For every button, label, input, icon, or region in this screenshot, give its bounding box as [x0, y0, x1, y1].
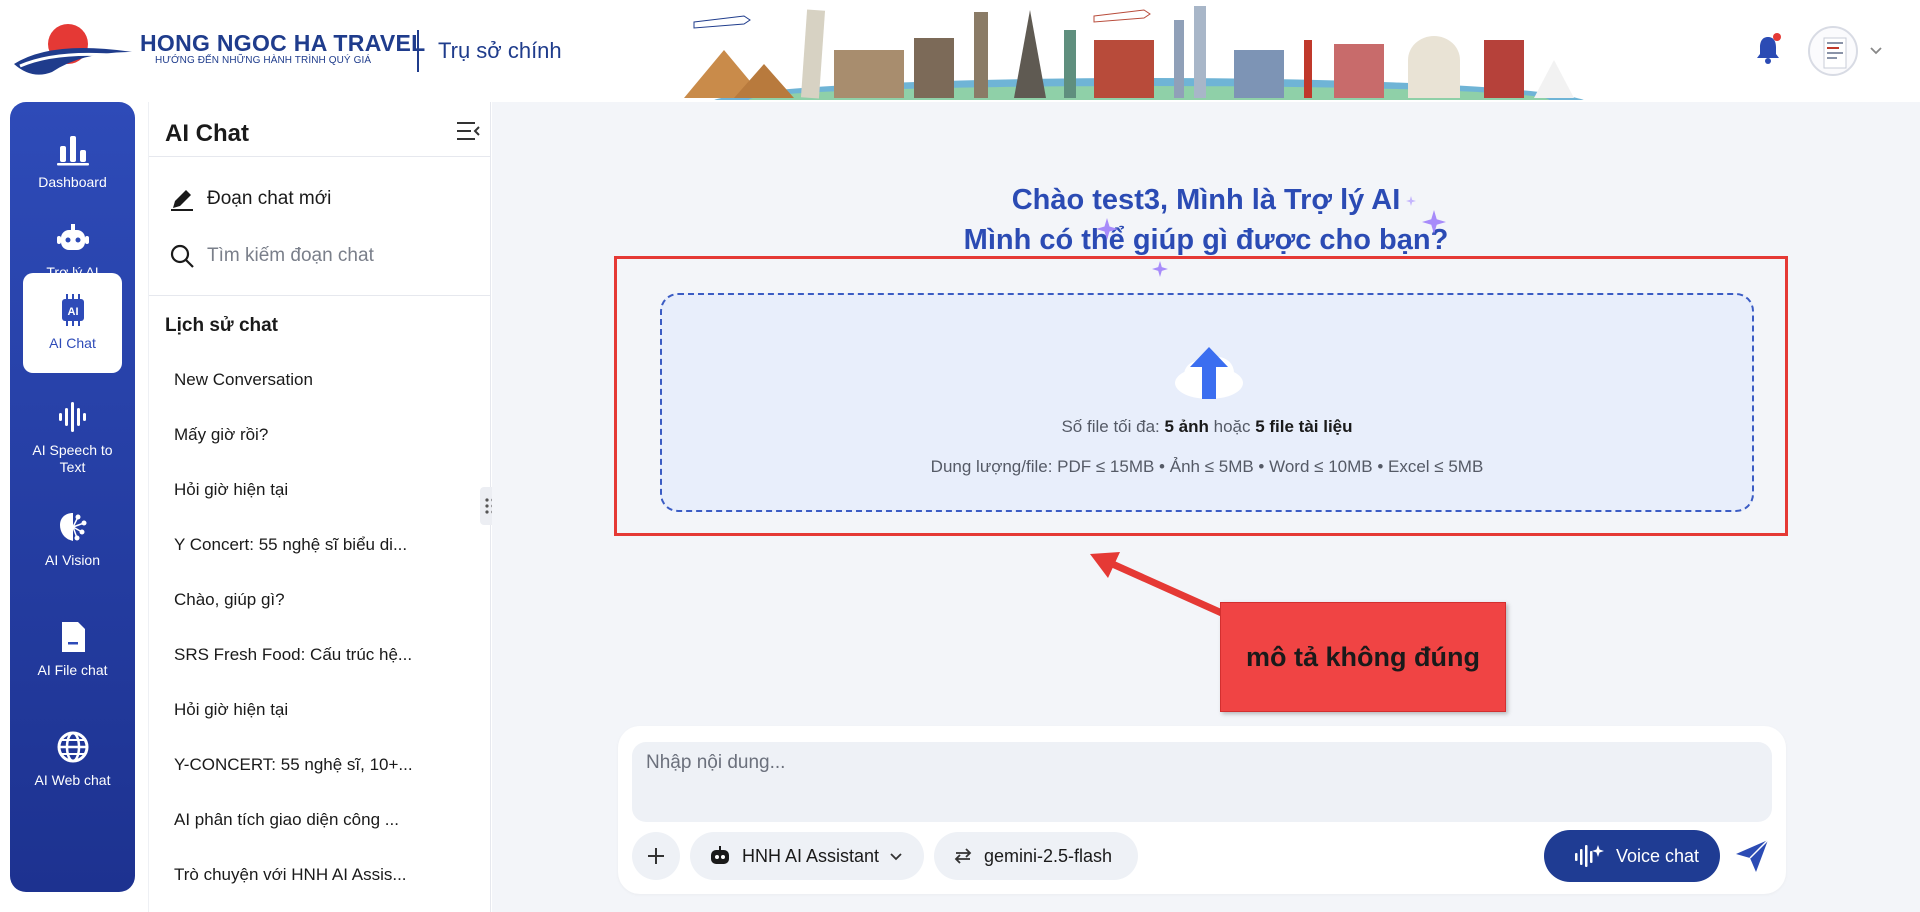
history-list: New Conversation Mấy giờ rồi? Hỏi giờ hi… — [149, 352, 491, 902]
rail-item-ai-vision[interactable]: AI Vision — [23, 490, 122, 590]
send-icon — [1736, 839, 1769, 872]
brand-divider — [417, 30, 419, 72]
office-label[interactable]: Trụ sở chính — [438, 38, 562, 64]
edit-icon — [171, 190, 193, 211]
history-item[interactable]: Y Concert: 55 nghệ sĩ biểu di... — [149, 517, 491, 572]
chevron-down-icon[interactable] — [1868, 42, 1884, 58]
message-composer: HNH AI Assistant gemini-2.5-flash Voice … — [618, 726, 1786, 894]
new-chat-button[interactable]: Đoạn chat mới — [169, 182, 469, 216]
history-item[interactable]: Trò chuyện với HNH AI Assis... — [149, 847, 491, 902]
rail-label: AI Vision — [45, 552, 100, 568]
model-label: gemini-2.5-flash — [984, 845, 1113, 866]
rail-item-dashboard[interactable]: Dashboard — [23, 112, 122, 212]
new-chat-label: Đoạn chat mới — [207, 188, 332, 209]
brain-icon — [60, 513, 87, 541]
rail-item-speech-to-text[interactable]: AI Speech to Text — [23, 380, 122, 490]
sparkle-icon — [1406, 196, 1416, 206]
svg-text:AI: AI — [68, 306, 79, 318]
globe-icon — [57, 731, 89, 763]
sidebar-title: AI Chat — [165, 120, 249, 147]
history-item[interactable]: Hỏi giờ hiện tại — [149, 682, 491, 737]
history-item[interactable]: Chào, giúp gì? — [149, 572, 491, 627]
brand-tagline: HƯỚNG ĐẾN NHỮNG HÀNH TRÌNH QUÝ GIÁ — [155, 55, 372, 66]
search-input[interactable] — [207, 245, 457, 267]
chat-sidebar: AI Chat Đoạn chat mới Lịch sử chat New C… — [148, 102, 491, 912]
collapse-sidebar-icon[interactable] — [455, 120, 481, 142]
avatar-image — [1823, 37, 1847, 69]
travel-banner-image — [684, 6, 1584, 100]
model-selector[interactable]: gemini-2.5-flash — [934, 832, 1138, 880]
message-input[interactable] — [632, 742, 1772, 822]
nav-rail: Dashboard Trợ lý AI AI AI Chat AI Speech… — [10, 102, 135, 892]
search-icon — [170, 244, 194, 268]
brand-name: HONG NGOC HA TRAVEL — [140, 30, 426, 56]
rail-label: AI Web chat — [34, 772, 111, 788]
chat-search[interactable] — [169, 239, 469, 273]
greeting-line-1: Chào test3, Mình là Trợ lý AI — [1011, 184, 1401, 216]
ai-chip-icon: AI — [62, 294, 84, 326]
annotation-highlight-box — [614, 256, 1788, 536]
rail-label: AI File chat — [37, 662, 108, 678]
assistant-label: HNH AI Assistant — [742, 845, 880, 866]
robot-icon — [711, 846, 729, 864]
bar-chart-icon — [57, 136, 89, 166]
file-icon — [62, 622, 85, 652]
notification-badge — [1773, 33, 1781, 41]
sparkle-icon — [1422, 210, 1446, 234]
brand-logo[interactable] — [12, 22, 134, 82]
voice-chat-label: Voice chat — [1616, 845, 1700, 866]
rail-label: AI Chat — [49, 335, 96, 351]
voice-wave-icon — [1575, 845, 1604, 867]
history-title: Lịch sử chat — [165, 315, 279, 336]
annotation-arrow-icon — [1090, 552, 1226, 618]
history-item[interactable]: Hỏi giờ hiện tại — [149, 462, 491, 517]
rail-label: AI Speech to Text — [32, 442, 113, 475]
robot-icon — [57, 224, 89, 250]
history-item[interactable]: Mấy giờ rồi? — [149, 407, 491, 462]
swap-icon — [954, 848, 972, 864]
rail-item-file-chat[interactable]: AI File chat — [23, 600, 122, 700]
plus-icon — [648, 848, 664, 864]
history-item[interactable]: SRS Fresh Food: Cấu trúc hệ... — [149, 627, 491, 682]
chevron-down-icon — [890, 853, 902, 861]
history-item[interactable]: AI phân tích giao diện công ... — [149, 792, 491, 847]
rail-label: Dashboard — [38, 174, 107, 190]
soundwave-icon — [59, 402, 86, 432]
assistant-selector[interactable]: HNH AI Assistant — [690, 832, 924, 880]
attach-button[interactable] — [632, 832, 680, 880]
header: HONG NGOC HA TRAVEL HƯỚNG ĐẾN NHỮNG HÀNH… — [0, 0, 1920, 100]
sparkle-icon — [1096, 218, 1118, 240]
main-panel: Chào test3, Mình là Trợ lý AI Mình có th… — [492, 102, 1920, 912]
greeting-line-2: Mình có thể giúp gì được cho bạn? — [963, 224, 1449, 256]
history-item[interactable]: New Conversation — [149, 352, 491, 407]
rail-item-web-chat[interactable]: AI Web chat — [23, 710, 122, 810]
divider — [149, 295, 491, 296]
history-item[interactable]: Y-CONCERT: 55 nghệ sĩ, 10+... — [149, 737, 491, 792]
avatar[interactable] — [1808, 26, 1858, 76]
divider — [149, 156, 491, 157]
rail-item-ai-chat[interactable]: AI AI Chat — [23, 273, 122, 373]
send-button[interactable] — [1730, 834, 1774, 878]
voice-chat-button[interactable]: Voice chat — [1544, 830, 1720, 882]
annotation-label: mô tả không đúng — [1220, 602, 1506, 712]
